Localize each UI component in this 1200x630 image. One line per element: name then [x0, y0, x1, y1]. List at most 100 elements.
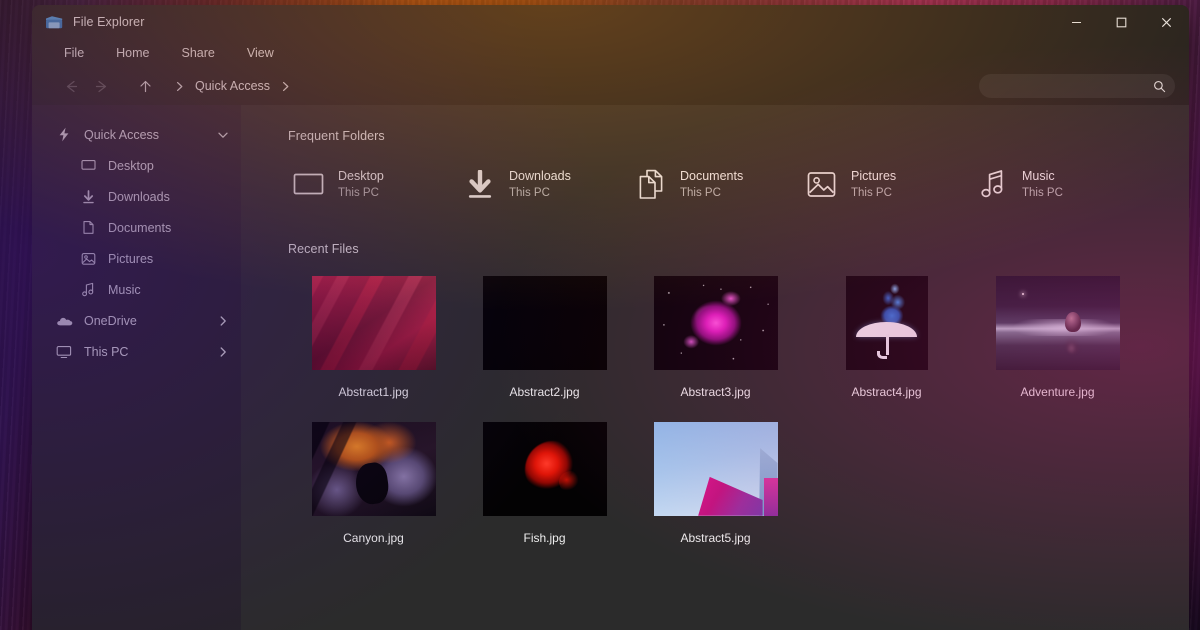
- chevron-right-icon[interactable]: [217, 315, 229, 327]
- frequent-folder-desktop[interactable]: Desktop This PC: [288, 161, 459, 208]
- frequent-folder-name: Documents: [680, 167, 743, 185]
- minimize-button[interactable]: [1054, 5, 1099, 39]
- maximize-button[interactable]: [1099, 5, 1144, 39]
- content-pane: Frequent Folders Desktop This PC: [241, 105, 1189, 630]
- monitor-icon: [292, 168, 325, 201]
- document-icon: [77, 220, 99, 235]
- file-thumbnail: [654, 422, 778, 516]
- image-icon: [77, 252, 99, 266]
- sidebar-item-music[interactable]: Music: [32, 274, 241, 305]
- frequent-folder-location: This PC: [851, 185, 896, 202]
- horizon-glow: [996, 319, 1120, 336]
- frequent-folder-location: This PC: [509, 185, 571, 202]
- fish-tail: [559, 471, 584, 494]
- download-icon: [463, 168, 496, 201]
- frequent-folder-name: Downloads: [509, 167, 571, 185]
- sidebar-item-documents[interactable]: Documents: [32, 212, 241, 243]
- sidebar-item-this-pc[interactable]: This PC: [32, 336, 241, 367]
- thumbnail-wrap: [654, 276, 778, 370]
- breadcrumb-item-quick-access[interactable]: Quick Access: [195, 79, 270, 93]
- file-item[interactable]: Abstract5.jpg: [630, 422, 801, 545]
- sidebar-item-downloads[interactable]: Downloads: [32, 181, 241, 212]
- frequent-folder-music[interactable]: Music This PC: [972, 161, 1143, 208]
- frequent-folder-location: This PC: [338, 185, 384, 202]
- frequent-folder-text: Documents This PC: [680, 167, 743, 202]
- back-button[interactable]: [56, 72, 86, 100]
- up-button[interactable]: [130, 72, 160, 100]
- file-item[interactable]: Abstract1.jpg: [288, 276, 459, 399]
- frequent-folder-name: Desktop: [338, 167, 384, 185]
- file-item[interactable]: Abstract4.jpg: [801, 276, 972, 399]
- thumbnail-wrap: [483, 276, 607, 370]
- sidebar-item-quick-access[interactable]: Quick Access: [32, 119, 241, 150]
- building-edge: [764, 478, 778, 516]
- navigation-bar: Quick Access: [32, 67, 1189, 105]
- chevron-right-icon[interactable]: [217, 346, 229, 358]
- thumbnail-art: [996, 276, 1120, 370]
- frequent-folder-text: Desktop This PC: [338, 167, 384, 202]
- umbrella-handle: [886, 334, 889, 355]
- music-note-icon: [976, 168, 1009, 201]
- search-icon[interactable]: [1153, 80, 1166, 93]
- sidebar-item-onedrive[interactable]: OneDrive: [32, 305, 241, 336]
- sidebar-label: This PC: [84, 345, 128, 359]
- search-box[interactable]: [979, 74, 1175, 98]
- menu-item-view[interactable]: View: [245, 44, 276, 62]
- file-thumbnail: [483, 276, 607, 370]
- window-title: File Explorer: [73, 15, 144, 29]
- file-name: Adventure.jpg: [1020, 385, 1094, 399]
- file-item[interactable]: Canyon.jpg: [288, 422, 459, 545]
- file-name: Abstract1.jpg: [338, 385, 408, 399]
- file-thumbnail: [654, 276, 778, 370]
- umbrella-hook: [877, 351, 887, 359]
- file-item[interactable]: Adventure.jpg: [972, 276, 1143, 399]
- building-pink: [698, 463, 762, 516]
- title-bar[interactable]: File Explorer: [32, 5, 1189, 39]
- umbrella-canopy: [856, 322, 917, 337]
- search-input[interactable]: [991, 80, 1153, 92]
- frequent-folder-text: Pictures This PC: [851, 167, 896, 202]
- file-name: Abstract5.jpg: [680, 531, 750, 545]
- cloud-icon: [53, 315, 75, 327]
- file-item[interactable]: Abstract2.jpg: [459, 276, 630, 399]
- frequent-folders-title: Frequent Folders: [288, 129, 1189, 143]
- balloon-reflection: [1065, 335, 1081, 354]
- menu-bar: File Home Share View: [32, 39, 1189, 67]
- sidebar: Quick Access Desktop Downloads: [32, 105, 241, 630]
- sidebar-item-desktop[interactable]: Desktop: [32, 150, 241, 181]
- forward-button[interactable]: [86, 72, 116, 100]
- thumbnail-art: [483, 276, 607, 370]
- close-button[interactable]: [1144, 5, 1189, 39]
- file-name: Canyon.jpg: [343, 531, 404, 545]
- sidebar-label: Pictures: [108, 252, 153, 266]
- sidebar-label: Quick Access: [84, 128, 159, 142]
- thumbnail-wrap: [996, 276, 1120, 370]
- folder-icon: [44, 12, 64, 32]
- chevron-right-icon: [174, 81, 185, 92]
- file-item[interactable]: Abstract3.jpg: [630, 276, 801, 399]
- frequent-folder-pictures[interactable]: Pictures This PC: [801, 161, 972, 208]
- sidebar-label: Downloads: [108, 190, 170, 204]
- menu-item-file[interactable]: File: [62, 44, 86, 62]
- frequent-folder-downloads[interactable]: Downloads This PC: [459, 161, 630, 208]
- sidebar-label: OneDrive: [84, 314, 137, 328]
- thumbnail-art: [483, 422, 607, 516]
- desktop-wallpaper: File Explorer File Home Share View: [0, 0, 1200, 630]
- download-icon: [77, 190, 99, 204]
- file-item[interactable]: Fish.jpg: [459, 422, 630, 545]
- building-glass: [753, 448, 778, 516]
- file-thumbnail: [312, 276, 436, 370]
- frequent-folder-documents[interactable]: Documents This PC: [630, 161, 801, 208]
- breadcrumb: Quick Access: [174, 79, 291, 93]
- sidebar-item-pictures[interactable]: Pictures: [32, 243, 241, 274]
- chevron-down-icon[interactable]: [217, 129, 229, 141]
- menu-item-share[interactable]: Share: [180, 44, 217, 62]
- file-explorer-window: File Explorer File Home Share View: [32, 5, 1189, 630]
- chevron-right-icon[interactable]: [280, 81, 291, 92]
- thumbnail-art: [654, 276, 778, 370]
- file-name: Abstract4.jpg: [851, 385, 921, 399]
- file-thumbnail: [846, 276, 928, 370]
- menu-item-home[interactable]: Home: [114, 44, 151, 62]
- thumbnail-wrap: [312, 276, 436, 370]
- frequent-folder-name: Pictures: [851, 167, 896, 185]
